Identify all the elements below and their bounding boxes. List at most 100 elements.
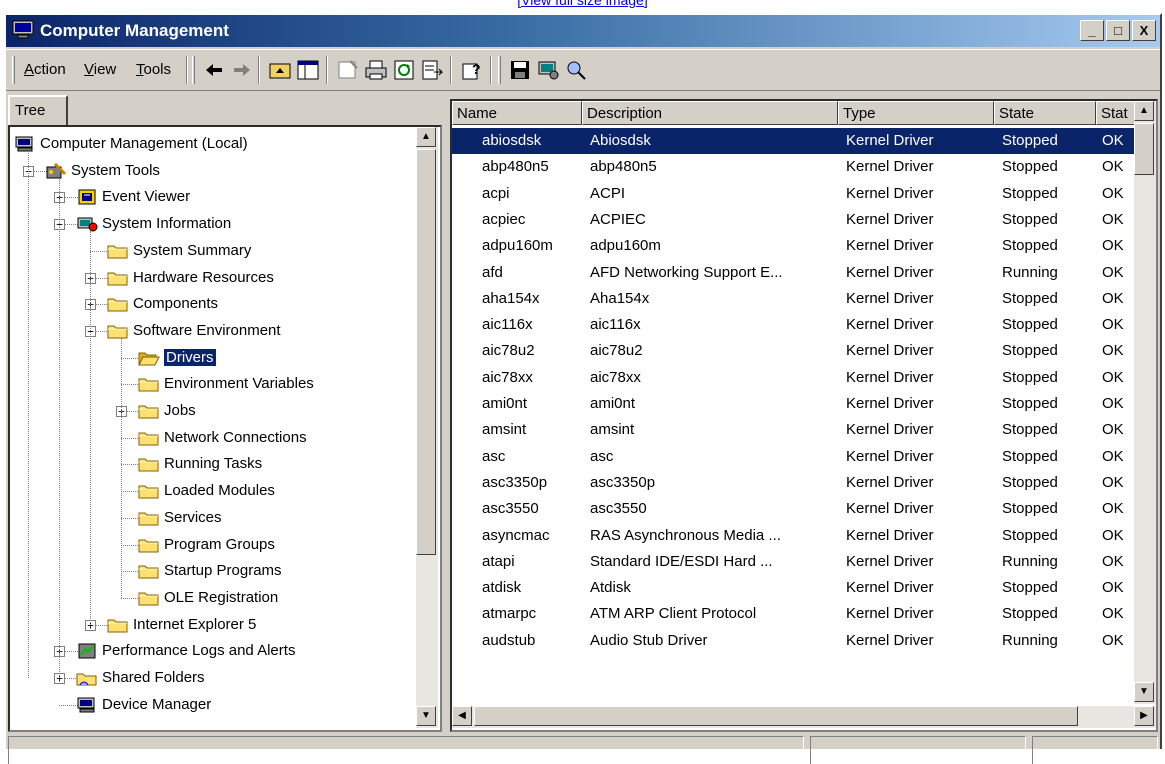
refresh-icon[interactable]: [392, 58, 416, 82]
computer-services-icon[interactable]: [536, 58, 560, 82]
table-row[interactable]: amsint amsint Kernel Driver Stopped OK: [452, 417, 1142, 443]
toolbar-grip[interactable]: [498, 56, 501, 84]
save-icon[interactable]: [508, 58, 532, 82]
table-row[interactable]: acpiec ACPIEC Kernel Driver Stopped OK: [452, 207, 1142, 233]
tree-scroll-up-button[interactable]: ▲: [416, 127, 436, 147]
column-header-name[interactable]: Name: [452, 101, 582, 125]
list-scroll-up-button[interactable]: ▲: [1134, 101, 1154, 121]
table-row[interactable]: acpi ACPI Kernel Driver Stopped OK: [452, 181, 1142, 207]
table-row[interactable]: asyncmac RAS Asynchronous Media ... Kernel…: [452, 523, 1142, 549]
tree-vertical-scrollbar[interactable]: ▲ ▼: [416, 127, 438, 728]
tree-item[interactable]: Network Connections: [10, 425, 414, 451]
tree-item[interactable]: + Hardware Resources: [10, 265, 414, 291]
title-bar[interactable]: Computer Management _ □ X: [6, 15, 1160, 47]
close-button[interactable]: X: [1132, 20, 1156, 41]
export-list-icon[interactable]: [420, 58, 444, 82]
list-scroll-down-button[interactable]: ▼: [1134, 682, 1154, 702]
list-scroll-right-button[interactable]: ▶: [1134, 706, 1154, 726]
tree-item-label: Device Manager: [102, 695, 212, 713]
tree-item-label: Loaded Modules: [164, 482, 275, 500]
table-row[interactable]: aic78u2 aic78u2 Kernel Driver Stopped OK: [452, 338, 1142, 364]
minimize-button[interactable]: _: [1080, 20, 1104, 41]
tree-item[interactable]: Device Manager: [10, 692, 414, 718]
menu-view[interactable]: View: [84, 61, 116, 78]
tree-item[interactable]: − System Tools: [10, 158, 414, 184]
toolbar-grip[interactable]: [12, 56, 15, 84]
tree-item[interactable]: Computer Management (Local): [10, 131, 414, 157]
event-viewer-icon: [76, 189, 98, 205]
cell-name: aic116x: [482, 316, 533, 334]
column-header-type[interactable]: Type: [838, 101, 994, 125]
tree-item[interactable]: Services: [10, 505, 414, 531]
cell-name: asyncmac: [482, 526, 550, 544]
table-row[interactable]: abp480n5 abp480n5 Kernel Driver Stopped OK: [452, 154, 1142, 180]
table-row[interactable]: aic78xx aic78xx Kernel Driver Stopped OK: [452, 365, 1142, 391]
table-row[interactable]: audstub Audio Stub Driver Kernel Driver Run…: [452, 628, 1142, 654]
tree-scroll-thumb[interactable]: [416, 149, 436, 555]
table-row[interactable]: asc asc Kernel Driver Stopped OK: [452, 444, 1142, 470]
tree-item[interactable]: + Internet Explorer 5: [10, 612, 414, 638]
table-row[interactable]: afd AFD Networking Support E... Kernel Dri…: [452, 260, 1142, 286]
column-header-stat[interactable]: Stat: [1096, 101, 1136, 125]
cell-state: Stopped: [1002, 316, 1058, 334]
cell-description: aic78xx: [590, 368, 641, 386]
table-row[interactable]: atdisk Atdisk Kernel Driver Stopped OK: [452, 575, 1142, 601]
table-row[interactable]: aha154x Aha154x Kernel Driver Stopped OK: [452, 286, 1142, 312]
tree-item-label: Drivers: [163, 347, 217, 367]
tree-item[interactable]: + Shared Folders: [10, 665, 414, 691]
properties-icon[interactable]: [336, 58, 360, 82]
menu-action-label: ction: [34, 61, 66, 78]
table-row[interactable]: asc3350p asc3350p Kernel Driver Stopped OK: [452, 470, 1142, 496]
tree-item[interactable]: Startup Programs: [10, 558, 414, 584]
back-arrow-icon[interactable]: [202, 58, 226, 82]
list-scroll-thumb[interactable]: [1134, 123, 1154, 175]
cell-state: Stopped: [1002, 184, 1058, 202]
tree-item[interactable]: Environment Variables: [10, 371, 414, 397]
tree-item[interactable]: OLE Registration: [10, 585, 414, 611]
toolbar-grip[interactable]: [192, 56, 195, 84]
table-row[interactable]: adpu160m adpu160m Kernel Driver Stopped OK: [452, 233, 1142, 259]
cell-description: adpu160m: [590, 237, 661, 255]
help-icon[interactable]: ?: [460, 58, 484, 82]
cell-stat: OK: [1102, 158, 1124, 176]
forward-arrow-icon[interactable]: [230, 58, 254, 82]
table-row[interactable]: abiosdsk Abiosdsk Kernel Driver Stopped OK: [452, 128, 1142, 154]
tree-item[interactable]: − System Information: [10, 211, 414, 237]
tree-scroll-down-button[interactable]: ▼: [416, 706, 436, 726]
column-header-description[interactable]: Description: [582, 101, 838, 125]
tree-item[interactable]: Running Tasks: [10, 451, 414, 477]
view-full-size-link-text[interactable]: [View full size image]: [517, 0, 647, 8]
table-row[interactable]: atmarpc ATM ARP Client Protocol Kernel Dri…: [452, 601, 1142, 627]
tree-item[interactable]: Program Groups: [10, 532, 414, 558]
show-hide-tree-icon[interactable]: [296, 58, 320, 82]
table-row[interactable]: ami0nt ami0nt Kernel Driver Stopped OK: [452, 391, 1142, 417]
tree-item[interactable]: − Software Environment: [10, 318, 414, 344]
up-level-icon[interactable]: [268, 58, 292, 82]
menu-action[interactable]: Action: [24, 61, 66, 78]
table-row[interactable]: atapi Standard IDE/ESDI Hard ... Kernel Dr…: [452, 549, 1142, 575]
tree-item[interactable]: Drivers: [10, 345, 414, 371]
table-row[interactable]: asc3550 asc3550 Kernel Driver Stopped OK: [452, 496, 1142, 522]
print-icon[interactable]: [364, 58, 388, 82]
tree-item[interactable]: + Jobs: [10, 398, 414, 424]
tab-tree[interactable]: Tree: [8, 95, 68, 125]
folder-icon: [138, 403, 160, 419]
tree-item[interactable]: + Performance Logs and Alerts: [10, 638, 414, 664]
search-icon[interactable]: [564, 58, 588, 82]
view-full-size-link[interactable]: [View full size image]: [0, 0, 1165, 11]
tree-item[interactable]: + Components: [10, 291, 414, 317]
tree-item[interactable]: + Event Viewer: [10, 184, 414, 210]
list-pane: Name Description Type State Stat abiosdsk Abi…: [450, 99, 1158, 732]
tree-item[interactable]: Loaded Modules: [10, 478, 414, 504]
restore-button[interactable]: □: [1106, 20, 1130, 41]
tree-item[interactable]: System Summary: [10, 238, 414, 264]
cell-name: asc3350p: [482, 473, 548, 491]
list-scroll-left-button[interactable]: ◀: [452, 706, 472, 726]
column-header-state[interactable]: State: [994, 101, 1096, 125]
list-vertical-scrollbar[interactable]: ▲ ▼: [1134, 101, 1156, 704]
list-horizontal-thumb[interactable]: [474, 706, 1078, 726]
menu-tools[interactable]: Tools: [136, 61, 171, 78]
list-horizontal-scrollbar[interactable]: ◀ ▶: [452, 706, 1156, 728]
open-folder-icon: [138, 350, 160, 366]
table-row[interactable]: aic116x aic116x Kernel Driver Stopped OK: [452, 312, 1142, 338]
